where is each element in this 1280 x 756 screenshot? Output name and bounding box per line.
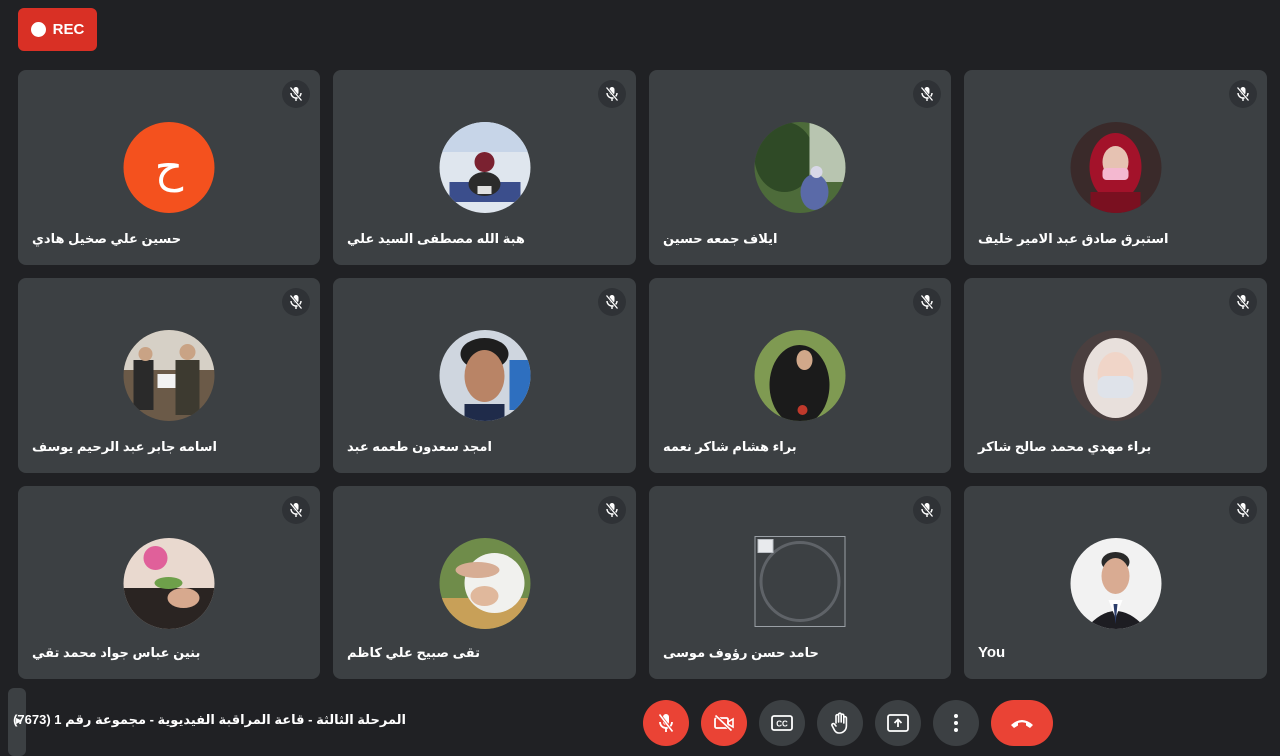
- captions-button[interactable]: CC: [759, 700, 805, 746]
- self-tile[interactable]: You: [964, 486, 1267, 679]
- avatar: ح: [123, 122, 215, 213]
- avatar: [1070, 330, 1161, 421]
- avatar: [123, 330, 215, 421]
- call-controls: CC: [643, 700, 1053, 746]
- meeting-title: المرحلة الثالثة - قاعة المراقبة الفيديوي…: [13, 712, 406, 727]
- participant-tile[interactable]: بنين عباس جواد محمد تقي: [18, 486, 320, 679]
- participant-tile[interactable]: استبرق صادق عبد الامير خليف: [964, 70, 1267, 265]
- participant-name: You: [978, 644, 1006, 661]
- participant-name: بنين عباس جواد محمد تقي: [32, 645, 201, 660]
- raise-hand-button[interactable]: [817, 700, 863, 746]
- participant-name: اسامه جابر عبد الرحيم يوسف: [32, 439, 218, 454]
- mic-off-icon: [598, 288, 626, 316]
- call-end-icon: [1011, 720, 1033, 728]
- camera-toggle-button[interactable]: [701, 700, 747, 746]
- mic-off-icon: [598, 80, 626, 108]
- avatar: [123, 538, 215, 629]
- participant-name: براء هشام شاكر نعمه: [663, 439, 797, 454]
- participant-grid: ح حسين علي صخيل هادي هبة الله مصطفى السي…: [18, 70, 1268, 679]
- participant-tile[interactable]: اسامه جابر عبد الرحيم يوسف: [18, 278, 320, 473]
- present-screen-button[interactable]: [875, 700, 921, 746]
- svg-text:CC: CC: [776, 720, 788, 729]
- mic-off-icon: [1229, 288, 1257, 316]
- participant-name: حسين علي صخيل هادي: [32, 231, 182, 246]
- mic-off-icon: [282, 496, 310, 524]
- participant-tile[interactable]: حامد حسن رؤوف موسى: [649, 486, 951, 679]
- broken-image-icon: [754, 536, 846, 627]
- cc-icon: CC: [771, 715, 793, 731]
- participant-name: استبرق صادق عبد الامير خليف: [978, 231, 1169, 246]
- participant-tile[interactable]: براء مهدي محمد صالح شاكر: [964, 278, 1267, 473]
- present-icon: [887, 714, 909, 732]
- participant-name: حامد حسن رؤوف موسى: [663, 645, 819, 660]
- mic-off-icon: [913, 496, 941, 524]
- mic-off-icon: [657, 713, 675, 733]
- participant-name: هبة الله مصطفى السيد علي: [347, 231, 525, 246]
- record-dot-icon: [30, 22, 46, 37]
- more-options-button[interactable]: [933, 700, 979, 746]
- mic-off-icon: [913, 288, 941, 316]
- mic-off-icon: [282, 288, 310, 316]
- hand-icon: [831, 712, 848, 734]
- participant-tile[interactable]: هبة الله مصطفى السيد علي: [333, 70, 636, 265]
- participant-name: تقى صبيح علي كاظم: [347, 645, 480, 660]
- videocam-off-icon: [713, 714, 734, 732]
- participant-name: امجد سعدون طعمه عبد: [347, 439, 492, 454]
- mic-off-icon: [282, 80, 310, 108]
- recording-indicator: REC: [18, 8, 97, 51]
- avatar: [754, 122, 846, 213]
- mic-off-icon: [913, 80, 941, 108]
- mic-off-icon: [598, 496, 626, 524]
- recording-label: REC: [52, 21, 85, 38]
- avatar: [439, 330, 530, 421]
- mic-off-icon: [1229, 80, 1257, 108]
- avatar: [1070, 122, 1161, 213]
- participant-tile[interactable]: ح حسين علي صخيل هادي: [18, 70, 320, 265]
- leave-call-button[interactable]: [991, 700, 1053, 746]
- participant-name: ايلاف جمعه حسين: [663, 231, 778, 246]
- avatar: [754, 330, 846, 421]
- avatar: [439, 538, 530, 629]
- mic-off-icon: [1229, 496, 1257, 524]
- participant-tile[interactable]: امجد سعدون طعمه عبد: [333, 278, 636, 473]
- more-vert-icon: [954, 714, 958, 732]
- participant-tile[interactable]: براء هشام شاكر نعمه: [649, 278, 951, 473]
- microphone-toggle-button[interactable]: [643, 700, 689, 746]
- participant-name: براء مهدي محمد صالح شاكر: [978, 439, 1152, 454]
- participant-tile[interactable]: تقى صبيح علي كاظم: [333, 486, 636, 679]
- participant-tile[interactable]: ايلاف جمعه حسين: [649, 70, 951, 265]
- avatar: [439, 122, 530, 213]
- avatar: [1070, 538, 1161, 629]
